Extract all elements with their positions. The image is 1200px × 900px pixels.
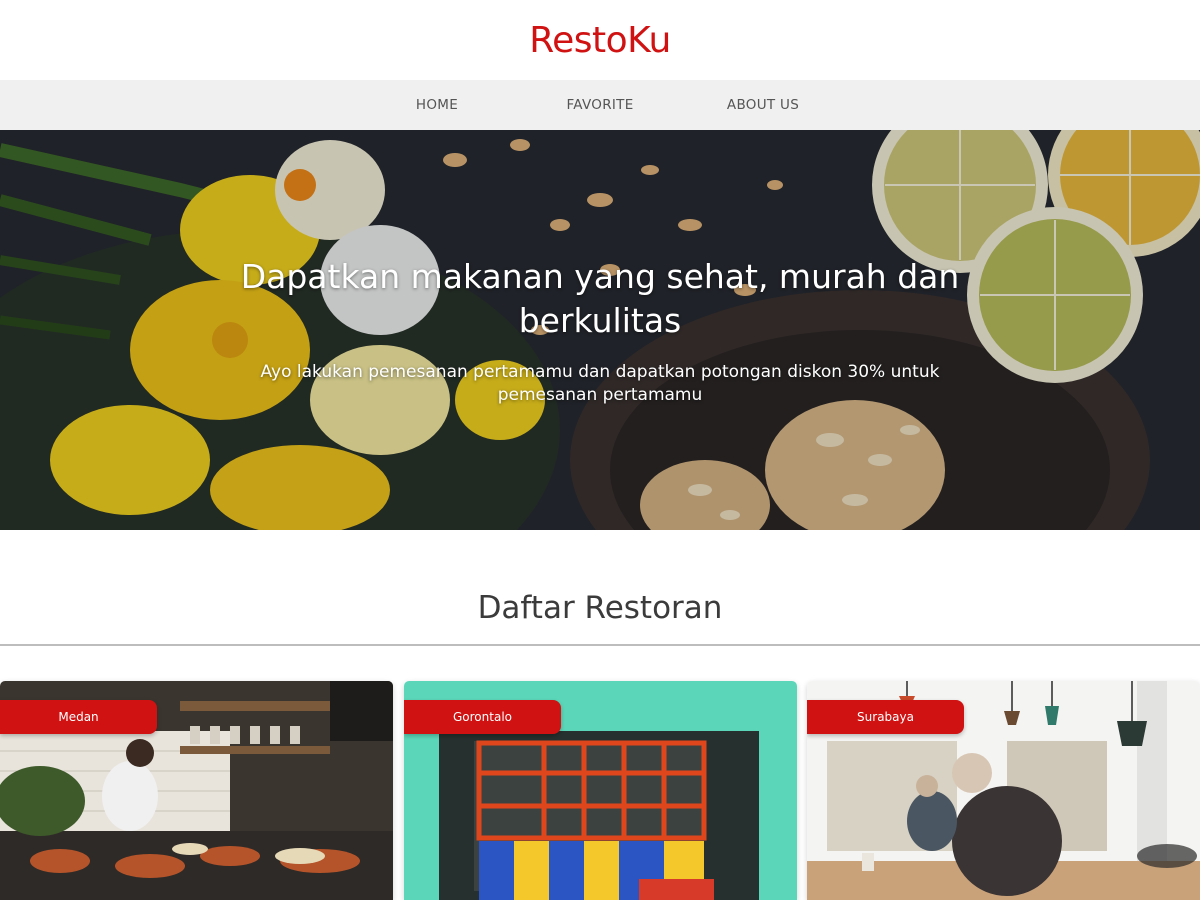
restaurant-card[interactable]: Medan	[0, 681, 393, 900]
hero-banner: Dapatkan makanan yang sehat, murah dan b…	[0, 130, 1200, 530]
hero-title: Dapatkan makanan yang sehat, murah dan b…	[240, 257, 960, 340]
brand-logo[interactable]: RestoKu	[529, 20, 671, 61]
nav-home-link[interactable]: HOME	[356, 97, 519, 113]
restaurant-card[interactable]: Surabaya	[807, 681, 1200, 900]
section-title: Daftar Restoran	[477, 590, 723, 626]
hero-text: Dapatkan makanan yang sehat, murah dan b…	[190, 255, 1010, 407]
section-divider	[0, 644, 1200, 646]
hero-subtitle: Ayo lakukan pemesanan pertamamu dan dapa…	[260, 362, 940, 405]
city-badge: Gorontalo	[404, 700, 561, 734]
restaurant-card[interactable]: Gorontalo	[404, 681, 797, 900]
city-badge: Surabaya	[807, 700, 964, 734]
nav-about-us-link[interactable]: ABOUT US	[682, 97, 845, 113]
city-badge: Medan	[0, 700, 157, 734]
main-nav: HOME FAVORITE ABOUT US	[0, 80, 1200, 130]
nav-favorite-link[interactable]: FAVORITE	[519, 97, 682, 113]
app-header: RestoKu	[0, 0, 1200, 80]
restaurant-list: Medan Gorontalo Surabaya	[0, 681, 1200, 900]
